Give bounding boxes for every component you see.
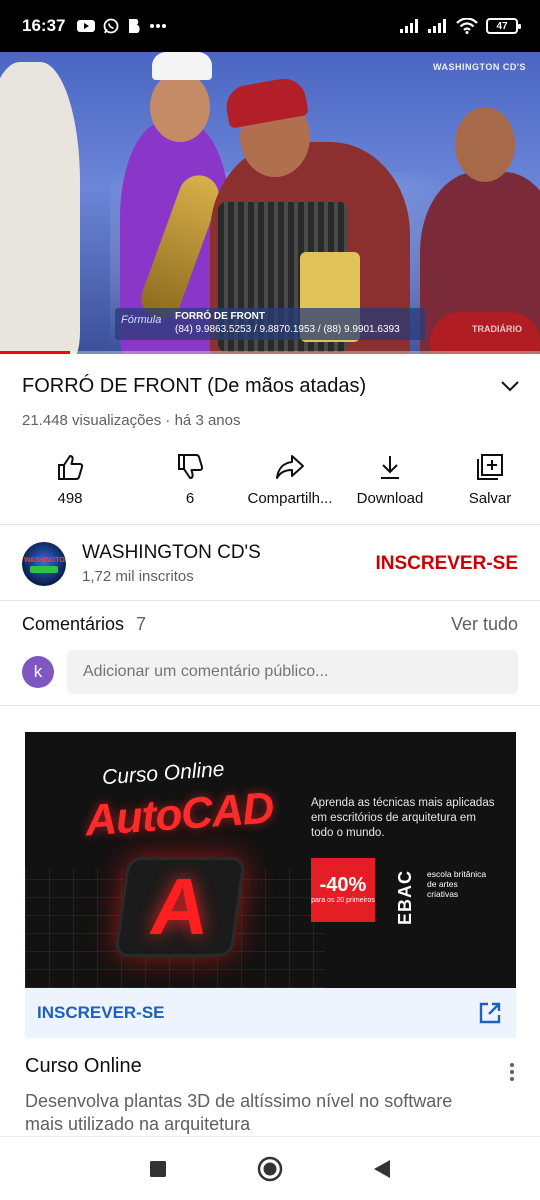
divider (0, 705, 540, 706)
divider (0, 600, 540, 601)
save-button[interactable]: Salvar (440, 448, 540, 518)
share-icon (275, 452, 305, 482)
download-icon (375, 452, 405, 482)
app-b-icon (127, 18, 141, 34)
guitarist-head (455, 107, 515, 182)
status-bar: 16:37 47 (0, 0, 540, 52)
add-comment-row: k (22, 650, 518, 694)
like-button[interactable]: 498 (0, 448, 140, 518)
thumbs-down-icon (175, 452, 205, 482)
comments-count: 7 (136, 614, 147, 634)
recents-square-icon[interactable] (144, 1155, 172, 1183)
ad-description: Aprenda as técnicas mais aplicadas em es… (311, 797, 495, 839)
channel-avatar-mark (30, 565, 58, 573)
channel-name: WASHINGTON CD'S (82, 542, 261, 563)
channel-row[interactable]: WASHINGTON WASHINGTON CD'S 1,72 mil insc… (0, 527, 540, 600)
dislike-button[interactable]: 6 (140, 448, 240, 518)
video-title: FORRÓ DE FRONT (De mãos atadas) (22, 374, 367, 397)
video-title-row[interactable]: FORRÓ DE FRONT (De mãos atadas) (22, 374, 522, 398)
battery-level: 47 (496, 20, 508, 32)
channel-info: WASHINGTON CD'S 1,72 mil inscritos (82, 542, 375, 585)
see-all-link[interactable]: Ver tudo (451, 614, 518, 635)
ebac-brand-text: escola britânica de artes criativas (427, 869, 487, 899)
whatsapp-icon (103, 18, 119, 34)
performer-left (0, 62, 80, 354)
saxophonist-head (150, 72, 210, 142)
ad-body-text: Desenvolva plantas 3D de altíssimo nível… (25, 1091, 453, 1134)
ad-course-text: Curso Online (101, 757, 226, 790)
divider (0, 524, 540, 525)
download-label: Download (356, 490, 424, 507)
comments-title: Comentários (22, 614, 125, 634)
video-progress-fill (0, 351, 71, 354)
ad-discount-value: -40% (319, 874, 367, 896)
corner-logo: TRADIÁRIO (472, 324, 522, 334)
system-nav-bar (0, 1136, 540, 1200)
thumbs-up-icon (55, 452, 85, 482)
video-player[interactable]: WASHINGTON CD'S Fórmula FORRÓ DE FRONT (… (0, 52, 540, 354)
ad-product-text: AutoCAD (83, 783, 275, 846)
battery-icon: 47 (486, 18, 521, 34)
autocad-logo: A (113, 857, 247, 957)
lower-third: Fórmula FORRÓ DE FRONT (84) 9.9863.5253 … (115, 308, 425, 340)
external-link-icon[interactable] (476, 999, 504, 1027)
video-meta: 21.448 visualizações · há 3 anos (22, 412, 241, 429)
back-triangle-icon[interactable] (368, 1155, 396, 1183)
ad-banner[interactable]: Curso Online AutoCAD A Aprenda as técnic… (25, 732, 516, 988)
action-bar: 498 6 Compartilh... Download Salvar (0, 448, 540, 518)
share-label: Compartilh... (247, 490, 333, 507)
subscribe-button[interactable]: INSCREVER-SE (375, 553, 518, 575)
dislike-count: 6 (185, 490, 195, 507)
ebac-logo: EBAC (395, 870, 415, 926)
home-circle-icon[interactable] (256, 1155, 284, 1183)
video-progress-bar[interactable] (0, 351, 540, 354)
lower-third-logo: Fórmula (121, 314, 162, 326)
signal-icon (400, 19, 420, 33)
system-icons: 47 (400, 18, 521, 34)
more-dots-icon (149, 23, 167, 29)
ad-cta-label[interactable]: INSCREVER-SE (37, 1003, 165, 1023)
save-label: Salvar (468, 490, 512, 507)
channel-avatar[interactable]: WASHINGTON (22, 541, 66, 586)
user-avatar[interactable]: k (22, 656, 54, 688)
signal-icon (428, 19, 448, 33)
ad-discount-badge: -40% para os 20 primeiros (311, 858, 375, 922)
channel-avatar-text: WASHINGTON (24, 556, 66, 564)
channel-subscribers: 1,72 mil inscritos (82, 568, 194, 585)
video-watermark: WASHINGTON CD'S (433, 62, 526, 72)
saxophonist-cap (152, 52, 212, 80)
notification-icons (77, 18, 167, 34)
wifi-icon (456, 18, 478, 34)
download-button[interactable]: Download (340, 448, 440, 518)
youtube-icon (77, 19, 96, 33)
status-time: 16:37 (22, 16, 66, 35)
comments-header[interactable]: Comentários 7 Ver tudo (22, 614, 518, 635)
ad-discount-note: para os 20 primeiros (311, 897, 375, 904)
more-vert-icon[interactable] (500, 1058, 524, 1086)
lower-third-title: FORRÓ DE FRONT (175, 311, 265, 322)
ad-headline[interactable]: Curso Online (25, 1055, 142, 1078)
ad-cta-bar[interactable]: INSCREVER-SE (25, 988, 516, 1038)
save-playlist-icon (475, 452, 505, 482)
autocad-logo-letter: A (144, 862, 216, 951)
like-count: 498 (57, 490, 83, 507)
lower-third-phones: (84) 9.9863.5253 / 9.8870.1953 / (88) 9.… (175, 324, 400, 335)
share-button[interactable]: Compartilh... (240, 448, 340, 518)
chevron-down-icon[interactable] (498, 374, 522, 398)
comment-input[interactable] (67, 650, 518, 694)
